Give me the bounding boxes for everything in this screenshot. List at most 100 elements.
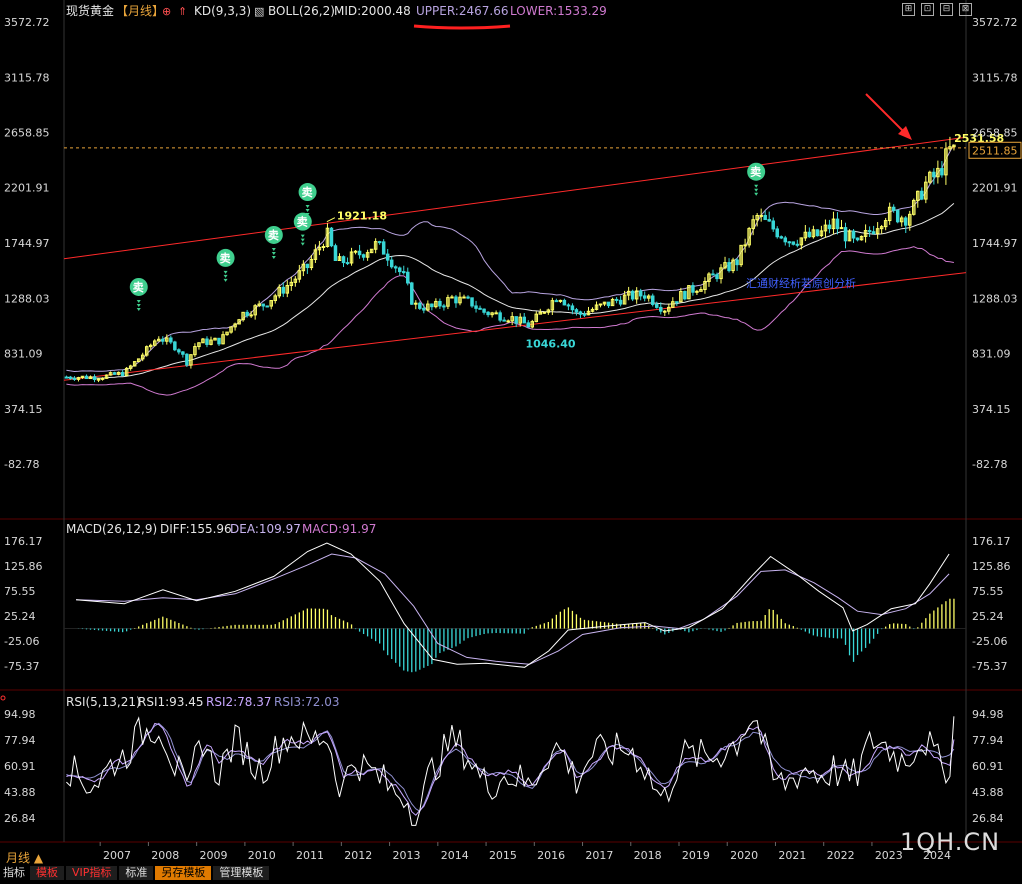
layout-grid-icon[interactable]: ⊞ xyxy=(902,3,915,16)
price-axis-label-right: 831.09 xyxy=(972,348,1011,361)
candle-body xyxy=(767,219,771,222)
candle-body xyxy=(494,312,498,315)
rsi-axis-label-left: 26.84 xyxy=(4,812,36,825)
sell-signal-chevron xyxy=(271,255,276,259)
candle-body xyxy=(630,290,635,300)
candle-body xyxy=(650,295,655,305)
macd-dea-line xyxy=(76,553,950,665)
candle-body xyxy=(498,312,502,321)
candle-body xyxy=(522,316,526,324)
candle-body xyxy=(827,224,832,230)
candle-body xyxy=(514,316,518,324)
rsi-marker-icon xyxy=(0,695,6,701)
rsi-axis-label-right: 60.91 xyxy=(972,760,1004,773)
year-tick-label: 2011 xyxy=(296,849,324,862)
toolbar-standard[interactable]: 标准 xyxy=(119,866,154,880)
price-axis-label-left: 374.15 xyxy=(4,403,43,416)
year-tick-label: 2008 xyxy=(151,849,179,862)
candle-body xyxy=(430,303,434,308)
candle-body xyxy=(482,308,486,313)
macd-axis-label-left: -75.37 xyxy=(4,660,39,673)
candle-body xyxy=(891,206,896,211)
toolbar-save-template[interactable]: 另存模板 xyxy=(155,866,212,880)
boll-upper: UPPER:2467.66 xyxy=(416,4,508,18)
candle-body xyxy=(414,302,418,305)
boll-label[interactable]: BOLL(26,2) xyxy=(268,4,335,18)
candle-body xyxy=(554,300,559,303)
candle-body xyxy=(779,236,784,239)
toolbar-indicator[interactable]: 指标 xyxy=(0,866,28,880)
candle-body xyxy=(341,256,346,264)
sell-signal-chevron xyxy=(300,242,305,246)
rsi2-line xyxy=(66,722,955,816)
kd-icon: ⊕ xyxy=(162,5,171,18)
year-tick-label: 2023 xyxy=(875,849,903,862)
toolbar-manage-template[interactable]: 管理模板 xyxy=(213,866,270,880)
grid-layer xyxy=(0,0,1022,843)
year-tick-label: 2017 xyxy=(585,849,613,862)
candle-body xyxy=(329,227,334,247)
candle-body xyxy=(763,214,767,221)
layout-single-icon[interactable]: ⊡ xyxy=(921,3,934,16)
macd-axis-label-left: -25.06 xyxy=(4,635,39,648)
rsi1-label: RSI1:93.45 xyxy=(138,695,204,709)
candle-body xyxy=(711,273,715,276)
period-selector[interactable]: 月线 ▲ xyxy=(6,849,43,866)
candle-body xyxy=(807,231,812,238)
toolbar-template[interactable]: 模板 xyxy=(30,866,64,880)
candle-body xyxy=(245,311,249,317)
year-tick-label: 2016 xyxy=(537,849,565,862)
sell-signal-chevron xyxy=(223,278,228,282)
macd-axis-label-right: -25.06 xyxy=(972,635,1007,648)
close-panel-icon[interactable]: ⊠ xyxy=(959,3,972,16)
boll-lower: LOWER:1533.29 xyxy=(510,4,607,18)
candle-body xyxy=(940,167,944,176)
candle-body xyxy=(570,305,575,311)
candle-body xyxy=(173,341,177,351)
macd-diff-line xyxy=(76,542,950,668)
price-axis-label-right: 3572.72 xyxy=(972,16,1018,29)
candle-body xyxy=(454,296,458,304)
candle-body xyxy=(466,296,470,299)
price-axis-label-left: 3115.78 xyxy=(4,71,50,84)
candle-body xyxy=(851,230,856,239)
sell-signal-label: 卖 xyxy=(268,228,279,242)
sell-signal-chevron xyxy=(271,247,276,251)
macd-axis-label-right: 25.24 xyxy=(972,610,1004,623)
price-axis-label-right: 3115.78 xyxy=(972,71,1018,84)
macd-axis-label-right: 75.55 xyxy=(972,585,1004,598)
high-pointer xyxy=(326,217,336,223)
rsi-axis-label-left: 43.88 xyxy=(4,786,36,799)
macd-axis-label-left: 75.55 xyxy=(4,585,36,598)
candle-body xyxy=(618,299,623,305)
candle-body xyxy=(249,314,253,317)
candle-body xyxy=(450,296,454,299)
high-price-label: 1921.18 xyxy=(337,210,387,223)
toolbar-vip-indicator[interactable]: VIP指标 xyxy=(66,866,118,880)
candle-body xyxy=(558,299,563,302)
candle-body xyxy=(727,262,731,272)
rsi-axis-label-left: 77.94 xyxy=(4,734,36,747)
macd-dea-label: DEA:109.97 xyxy=(230,522,301,536)
macd-diff-label: DIFF:155.96 xyxy=(160,522,232,536)
rsi-axis-label-left: 94.98 xyxy=(4,708,36,721)
candle-body xyxy=(161,338,165,342)
price-axis-label-left: 831.09 xyxy=(4,348,43,361)
candle-body xyxy=(361,254,366,258)
price-axis-label-right: 2201.91 xyxy=(972,182,1018,195)
minimize-panel-icon[interactable]: ⊟ xyxy=(940,3,953,16)
candle-body xyxy=(474,305,478,309)
candle-body xyxy=(691,285,695,293)
kd-label[interactable]: KD(9,3,3) xyxy=(194,4,251,18)
candle-body xyxy=(735,259,739,266)
candle-body xyxy=(920,190,924,200)
candle-body xyxy=(582,313,587,316)
chart-svg[interactable]: 2531.582511.851921.181046.40汇通财经析若原创分析卖卖… xyxy=(0,0,1022,880)
period-tag: 【月线】 xyxy=(116,4,164,18)
price-axis-label-right: 1288.03 xyxy=(972,292,1018,305)
candle-body xyxy=(574,309,579,313)
rsi-layer xyxy=(0,695,955,826)
last-price-box-label: 2511.85 xyxy=(972,144,1018,157)
sell-signal-chevron xyxy=(136,307,141,311)
candle-body xyxy=(217,337,221,345)
